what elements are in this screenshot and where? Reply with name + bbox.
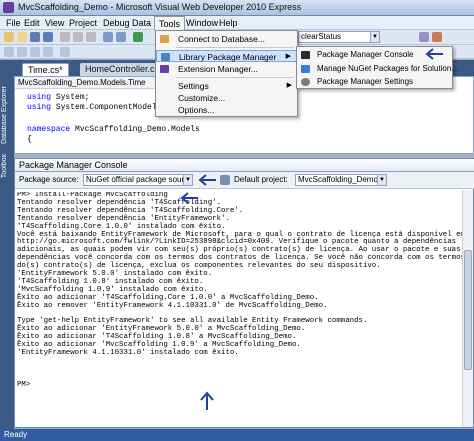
menu-item-label: Package Manager Settings: [317, 77, 414, 86]
menu-item-options[interactable]: Options...: [156, 104, 297, 116]
menu-item-package-manager-settings[interactable]: Package Manager Settings: [297, 75, 452, 88]
menu-item-label: Options...: [178, 105, 215, 115]
menu-separator: [176, 77, 294, 78]
scrollbar-thumb[interactable]: [464, 250, 472, 370]
menu-bar: File Edit View Project Debug Data Tools …: [0, 16, 474, 31]
annotation-arrow-up-icon: [200, 391, 214, 410]
menu-tools[interactable]: Tools: [154, 16, 186, 31]
type-dropdown-value: MvcScaffolding_Demo.Models.Time: [18, 78, 146, 87]
code-line-4: namespace MvcScaffolding_Demo.Models: [27, 125, 200, 134]
keyword-namespace: namespace: [27, 125, 71, 134]
code-line-2: using System.ComponentModel: [27, 103, 157, 112]
menu-data[interactable]: Data: [128, 16, 155, 30]
menu-item-extension-manager[interactable]: Extension Manager...: [156, 63, 297, 75]
uncomment-icon[interactable]: [43, 47, 53, 57]
find-combo[interactable]: clearStatus ▼: [298, 31, 380, 43]
menu-item-manage-nuget[interactable]: Manage NuGet Packages for Solution...: [297, 62, 458, 75]
start-debug-icon[interactable]: [133, 32, 143, 42]
save-all-icon[interactable]: [43, 32, 53, 42]
menu-item-label: Settings: [178, 81, 209, 91]
library-package-manager-submenu: Package Manager Console Manage NuGet Pac…: [296, 46, 458, 89]
default-project-select[interactable]: MvcScaffolding_Demo ▼: [295, 174, 387, 186]
title-bar: MvcScaffolding_Demo - Microsoft Visual W…: [0, 0, 474, 16]
menu-item-label: Package Manager Console: [317, 50, 414, 59]
find-combo-value: clearStatus: [301, 32, 342, 41]
menu-separator: [176, 47, 294, 48]
console-line: 'EntityFramework 4.1.10331.0' instalado …: [17, 349, 239, 358]
status-bar: Ready: [0, 429, 474, 441]
toolbox-tab[interactable]: Toolbox: [1, 154, 13, 178]
console-toolbar: Package source: NuGet official package s…: [15, 172, 474, 189]
package-manager-console: Package Manager Console Package source: …: [14, 158, 474, 428]
database-explorer-tab[interactable]: Database Explorer: [1, 86, 13, 144]
nuget-icon: [301, 65, 310, 73]
package-icon: [161, 53, 170, 61]
package-source-value: NuGet official package source: [86, 175, 193, 184]
menu-item-label: Manage NuGet Packages for Solution...: [317, 64, 458, 73]
tools-menu: Connect to Database... Library Package M…: [155, 30, 298, 117]
comment-icon[interactable]: [30, 47, 40, 57]
tab-homecontroller-cs[interactable]: HomeController.cs: [80, 63, 165, 76]
console-output[interactable]: PM> Install-Package MvcScaffolding Tentan…: [17, 192, 462, 426]
properties-icon[interactable]: [432, 32, 442, 42]
menu-item-library-package-manager[interactable]: Library Package Manager ▶: [156, 50, 297, 62]
submenu-arrow-icon: ▶: [285, 53, 291, 60]
settings-icon[interactable]: [220, 175, 230, 185]
menu-edit[interactable]: Edit: [20, 16, 44, 30]
console-scrollbar[interactable]: [462, 190, 473, 427]
open-folder-icon[interactable]: [17, 32, 27, 42]
menu-project[interactable]: Project: [65, 16, 101, 30]
keyword-using: using: [27, 93, 52, 102]
copy-icon[interactable]: [73, 32, 83, 42]
console-icon: [301, 51, 310, 59]
solution-explorer-icon[interactable]: [419, 32, 429, 42]
default-project-label: Default project:: [234, 175, 288, 184]
chevron-down-icon[interactable]: ▼: [377, 175, 386, 185]
cut-icon[interactable]: [60, 32, 70, 42]
package-source-select[interactable]: NuGet official package source ▼: [83, 174, 193, 186]
indent-icon[interactable]: [4, 47, 14, 57]
menu-item-connect-database[interactable]: Connect to Database...: [156, 33, 297, 45]
bookmark-icon[interactable]: [60, 47, 70, 57]
code-line-5: {: [27, 135, 32, 144]
console-line: Êxito ao remover 'EntityFramework 4.1.10…: [17, 301, 328, 310]
new-project-icon[interactable]: [4, 32, 14, 42]
default-project-value: MvcScaffolding_Demo: [298, 175, 378, 184]
database-icon: [160, 35, 169, 43]
menu-item-settings[interactable]: Settings ▶: [156, 80, 297, 92]
extension-icon: [160, 65, 169, 73]
paste-icon[interactable]: [86, 32, 96, 42]
menu-item-label: Connect to Database...: [178, 34, 265, 44]
chevron-down-icon[interactable]: ▼: [183, 175, 192, 185]
code-line-1: using System;: [27, 93, 90, 102]
menu-item-customize[interactable]: Customize...: [156, 92, 297, 104]
window-title: MvcScaffolding_Demo - Microsoft Visual W…: [18, 2, 302, 12]
annotation-arrow-left-icon: [425, 48, 443, 60]
app-icon: [3, 2, 14, 13]
keyword-using: using: [27, 103, 52, 112]
annotation-arrow-left-icon: [198, 174, 216, 186]
left-tool-strip: Database Explorer Toolbox: [0, 60, 14, 430]
package-source-label: Package source:: [19, 175, 79, 184]
menu-item-label: Extension Manager...: [178, 64, 258, 74]
console-title: Package Manager Console: [15, 159, 474, 172]
tab-time-cs[interactable]: Time.cs*: [22, 63, 69, 76]
menu-item-label: Customize...: [178, 93, 226, 103]
chevron-down-icon[interactable]: ▼: [370, 32, 379, 42]
annotation-arrow-left-icon: [180, 192, 198, 204]
console-line: PM>: [17, 380, 31, 389]
outdent-icon[interactable]: [17, 47, 27, 57]
menu-item-label: Library Package Manager: [179, 52, 277, 62]
submenu-arrow-icon: ▶: [286, 82, 292, 89]
gear-icon: [301, 78, 310, 86]
menu-help[interactable]: Help: [215, 16, 242, 30]
redo-icon[interactable]: [116, 32, 126, 42]
undo-icon[interactable]: [103, 32, 113, 42]
save-icon[interactable]: [30, 32, 40, 42]
